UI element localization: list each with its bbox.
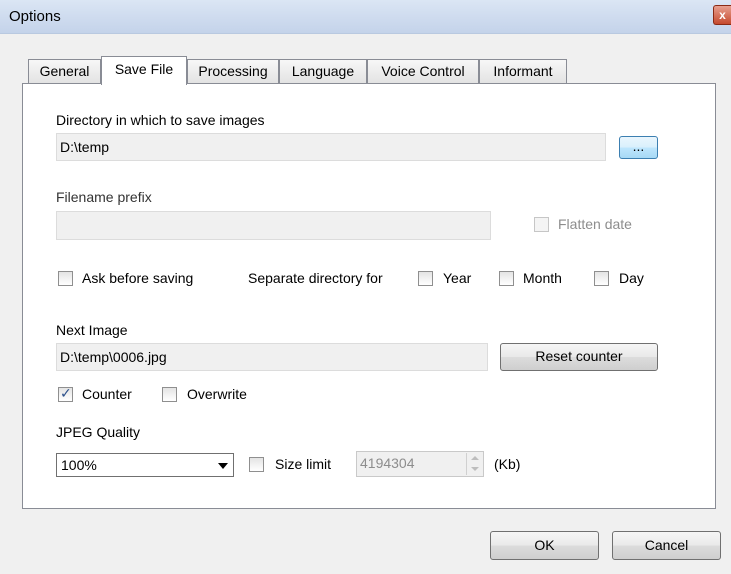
counter-label: Counter xyxy=(82,386,132,402)
size-unit-label: (Kb) xyxy=(494,456,521,472)
year-checkbox[interactable] xyxy=(418,271,433,286)
window-title: Options xyxy=(9,8,61,25)
chevron-down-icon xyxy=(218,463,228,469)
size-limit-checkbox[interactable] xyxy=(249,457,264,472)
day-label: Day xyxy=(619,270,644,286)
year-label: Year xyxy=(443,270,472,286)
overwrite-checkbox[interactable] xyxy=(162,387,177,402)
flatten-date-checkbox[interactable] xyxy=(534,217,549,232)
jpeg-quality-select[interactable]: 100% xyxy=(56,453,234,477)
directory-label: Directory in which to save images xyxy=(56,112,265,128)
overwrite-label: Overwrite xyxy=(187,386,247,402)
title-bar[interactable]: Options x xyxy=(0,0,731,34)
options-dialog: Options x General Save File Processing L… xyxy=(0,0,731,574)
prefix-field[interactable] xyxy=(56,211,491,240)
next-image-field: D:\temp\0006.jpg xyxy=(56,343,488,371)
ask-before-saving-label: Ask before saving xyxy=(82,270,194,286)
day-checkbox[interactable] xyxy=(594,271,609,286)
spin-down-icon[interactable] xyxy=(466,464,482,475)
ok-button[interactable]: OK xyxy=(490,531,599,560)
tab-general[interactable]: General xyxy=(28,59,101,83)
jpeg-quality-value: 100% xyxy=(61,457,97,473)
spin-up-icon[interactable] xyxy=(466,453,482,464)
month-label: Month xyxy=(523,270,562,286)
tab-informant[interactable]: Informant xyxy=(479,59,567,83)
size-limit-value: 4194304 xyxy=(360,455,415,471)
month-checkbox[interactable] xyxy=(499,271,514,286)
browse-button[interactable]: ... xyxy=(619,136,658,159)
ask-before-saving-checkbox[interactable] xyxy=(58,271,73,286)
tab-processing[interactable]: Processing xyxy=(187,59,279,83)
reset-counter-button[interactable]: Reset counter xyxy=(500,343,658,371)
directory-field[interactable]: D:\temp xyxy=(56,133,606,161)
save-file-panel: Directory in which to save images D:\tem… xyxy=(22,83,716,509)
next-image-label: Next Image xyxy=(56,322,128,338)
size-limit-label: Size limit xyxy=(275,456,332,472)
jpeg-quality-label: JPEG Quality xyxy=(56,424,141,440)
cancel-button[interactable]: Cancel xyxy=(612,531,721,560)
tab-voice-control[interactable]: Voice Control xyxy=(367,59,479,83)
size-limit-stepper[interactable]: 4194304 xyxy=(356,451,484,477)
separate-directory-label: Separate directory for xyxy=(248,270,383,286)
check-mark-icon: ✓ xyxy=(60,385,72,401)
tab-save-file[interactable]: Save File xyxy=(101,56,187,85)
tab-language[interactable]: Language xyxy=(279,59,367,83)
close-icon[interactable]: x xyxy=(713,5,731,25)
prefix-label: Filename prefix xyxy=(56,189,152,205)
counter-checkbox[interactable]: ✓ xyxy=(58,385,73,402)
flatten-date-label: Flatten date xyxy=(558,216,632,232)
